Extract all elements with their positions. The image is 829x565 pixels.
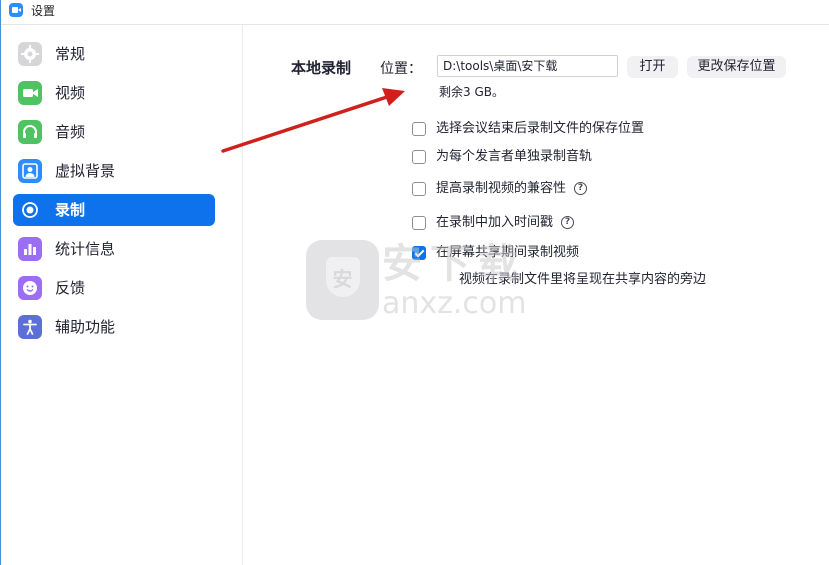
recording-settings-panel: 本地录制 位置： D:\tools\桌面\安下载 打开 更改保存位置 剩余3 G…: [243, 25, 829, 565]
headphones-icon: [18, 120, 42, 144]
checkbox[interactable]: [412, 122, 426, 136]
app-camera-icon: [9, 3, 23, 17]
option-label: 提高录制视频的兼容性: [436, 181, 567, 196]
gear-icon: [18, 42, 42, 66]
change-location-button[interactable]: 更改保存位置: [687, 56, 786, 78]
sidebar-item-label: 录制: [55, 201, 86, 219]
save-path-field[interactable]: D:\tools\桌面\安下载: [437, 55, 618, 77]
window-title: 设置: [31, 4, 56, 18]
accessibility-person-icon: [18, 315, 42, 339]
sidebar-item-statistics[interactable]: 统计信息: [13, 233, 215, 265]
help-icon[interactable]: ?: [574, 182, 587, 195]
sidebar-item-label: 常规: [55, 45, 86, 63]
person-portrait-icon: [18, 159, 42, 183]
sidebar-item-accessibility[interactable]: 辅助功能: [13, 311, 215, 343]
checkbox[interactable]: [412, 182, 426, 196]
sidebar-item-general[interactable]: 常规: [13, 38, 215, 70]
checkbox[interactable]: [412, 216, 426, 230]
settings-window: 设置 常规 视频 音频 虚拟背景 录制 统计信息 反馈 辅助功能 本地录制 位置…: [0, 0, 829, 565]
screen-share-sub-note: 视频在录制文件里将呈现在共享内容的旁边: [459, 272, 707, 287]
remaining-space-text: 剩余3 GB。: [439, 85, 504, 99]
sidebar-item-feedback[interactable]: 反馈: [13, 272, 215, 304]
video-camera-icon: [18, 81, 42, 105]
sidebar-item-recording[interactable]: 录制: [13, 194, 215, 226]
sidebar-item-label: 音频: [55, 123, 86, 141]
sidebar-item-label: 统计信息: [55, 240, 116, 258]
checkbox-checked[interactable]: [412, 246, 426, 260]
option-label: 在屏幕共享期间录制视频: [436, 245, 580, 260]
sidebar-item-label: 辅助功能: [55, 318, 116, 336]
help-icon[interactable]: ?: [561, 216, 574, 229]
bar-chart-icon: [18, 237, 42, 261]
option-label: 选择会议结束后录制文件的保存位置: [436, 121, 645, 136]
sidebar-item-label: 反馈: [55, 279, 86, 297]
sidebar-item-label: 视频: [55, 84, 86, 102]
sidebar-item-virtual-background[interactable]: 虚拟背景: [13, 155, 215, 187]
location-label: 位置：: [380, 61, 422, 77]
open-folder-button[interactable]: 打开: [627, 56, 678, 78]
sidebar: 常规 视频 音频 虚拟背景 录制 统计信息 反馈 辅助功能: [1, 25, 243, 565]
sidebar-item-audio[interactable]: 音频: [13, 116, 215, 148]
record-icon: [18, 198, 42, 222]
smiley-icon: [18, 276, 42, 300]
checkbox[interactable]: [412, 150, 426, 164]
option-label: 在录制中加入时间戳: [436, 215, 554, 230]
section-title: 本地录制: [291, 59, 352, 77]
title-bar: 设置: [1, 0, 829, 25]
sidebar-item-label: 虚拟背景: [55, 162, 116, 180]
option-label: 为每个发言者单独录制音轨: [436, 149, 593, 164]
sidebar-item-video[interactable]: 视频: [13, 77, 215, 109]
